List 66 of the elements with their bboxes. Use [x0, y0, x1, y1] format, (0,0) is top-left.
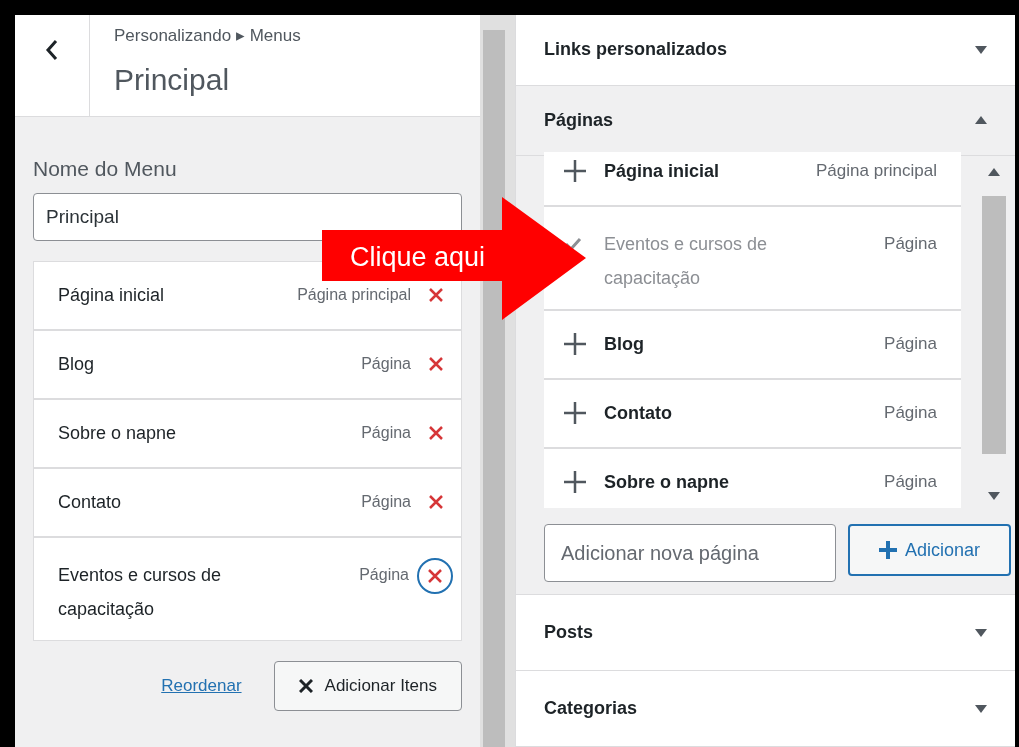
expand-arrow-icon [988, 492, 1000, 500]
menu-item[interactable]: Eventos e cursos de capacitação Página [34, 537, 461, 640]
section-header[interactable]: Posts [516, 595, 1015, 671]
item-title: Blog [58, 353, 96, 376]
section-title: Posts [544, 621, 594, 644]
field-label: Nome do Menu [33, 156, 178, 182]
plus-icon [878, 541, 897, 559]
section-title: Categorias [544, 697, 638, 720]
page-title: Sobre o napne [604, 471, 730, 494]
page-type: Página principal [816, 160, 937, 182]
page-item[interactable]: Blog Página [544, 311, 961, 378]
item-type: Página [361, 492, 411, 512]
page-title: Blog [604, 333, 645, 356]
plus-icon [564, 402, 586, 424]
page-type: Página [884, 333, 937, 355]
item-title: Sobre o napne [58, 422, 178, 445]
page-title: Eventos e cursos de capacitação [604, 233, 769, 290]
page-type: Página [884, 233, 937, 255]
item-title: Contato [58, 491, 123, 514]
page-title: Contato [604, 402, 673, 425]
close-icon [298, 678, 313, 693]
list-scrollbar-thumb[interactable] [982, 196, 1006, 454]
add-items-button[interactable]: Adicionar Itens [273, 660, 462, 711]
item-title: Eventos e cursos de capacitação [58, 563, 223, 621]
page-item[interactable]: Sobre o napne Página [544, 449, 961, 508]
page-item[interactable]: Eventos e cursos de capacitação Página [544, 207, 961, 309]
close-icon [428, 568, 442, 583]
scrollbar-thumb[interactable] [483, 30, 505, 747]
item-type: Página [359, 564, 409, 585]
menu-item[interactable]: Sobre o napne Página [34, 399, 461, 467]
new-page-field[interactable]: Adicionar nova página [544, 524, 836, 582]
close-icon [429, 357, 443, 371]
expand-arrow-icon [975, 628, 987, 637]
plus-icon [564, 160, 586, 182]
menu-name-field[interactable]: Principal [33, 192, 462, 241]
collapse-arrow-icon [975, 116, 987, 125]
page-item[interactable]: Contato Página [544, 380, 961, 447]
item-type: Página principal [297, 285, 411, 305]
close-icon [429, 495, 443, 509]
expand-arrow-icon [975, 704, 987, 713]
page-title: Página inicial [604, 160, 721, 183]
item-type: Página [361, 423, 411, 443]
menu-item[interactable]: Contato Página [34, 468, 461, 536]
expand-arrow-icon [975, 45, 987, 54]
breadcrumb: Personalizando ▸ Menus [114, 25, 301, 47]
section-header[interactable]: Links personalizados [516, 15, 1015, 86]
collapse-arrow-icon [988, 168, 1000, 176]
page-type: Página [884, 402, 937, 424]
close-icon [429, 426, 443, 440]
plus-icon [564, 471, 586, 493]
reorder-link[interactable]: Reordenar [161, 672, 242, 699]
menu-item[interactable]: Blog Página [34, 330, 461, 398]
checkmark-icon [564, 237, 582, 251]
section-header[interactable]: Categorias [516, 671, 1015, 747]
item-type: Página [361, 354, 411, 374]
panel-title: Principal [114, 61, 231, 98]
remove-button[interactable] [417, 557, 453, 594]
close-icon [429, 288, 443, 302]
page-item[interactable]: Página inicial Página principal [544, 152, 961, 205]
page-type: Página [884, 471, 937, 493]
item-title: Página inicial [58, 284, 166, 307]
plus-icon [564, 333, 586, 355]
section-title: Páginas [544, 108, 614, 132]
add-button[interactable]: Adicionar [848, 524, 1011, 576]
section-title: Links personalizados [544, 38, 728, 62]
back-chevron-icon [45, 39, 59, 61]
